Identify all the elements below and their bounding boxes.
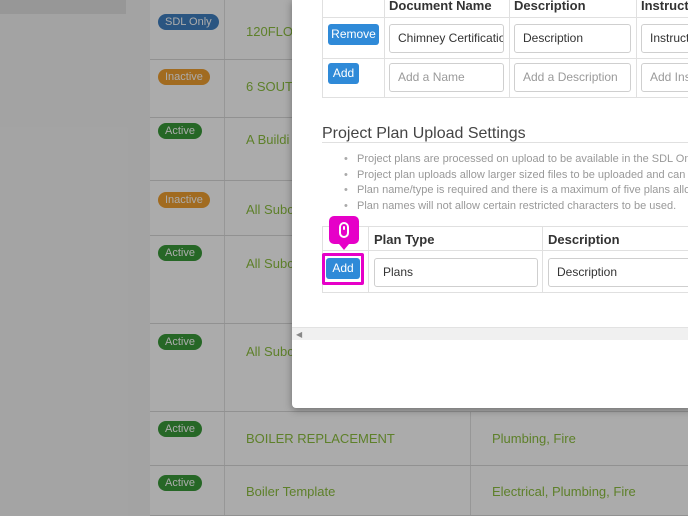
note-item: Plan name/type is required and there is … — [344, 183, 688, 199]
add-document-button[interactable]: Add — [328, 63, 359, 84]
settings-modal: Document Name Description Instruct Remov… — [292, 0, 688, 408]
new-document-name-input[interactable]: Add a Name — [389, 63, 504, 92]
column-header-plan-type: Plan Type — [374, 232, 435, 247]
column-header-plan-description: Description — [548, 232, 620, 247]
column-header-document-name: Document Name — [389, 0, 492, 13]
click-hint-bubble — [329, 216, 359, 250]
horizontal-scrollbar[interactable]: ◀ — [292, 327, 688, 340]
plan-description-field[interactable]: Description — [548, 258, 688, 287]
document-name-field[interactable]: Chimney Certificatio — [389, 24, 504, 53]
note-item: Project plans are processed on upload to… — [344, 152, 688, 168]
note-item: Project plan uploads allow larger sized … — [344, 168, 688, 184]
document-instructions-field[interactable]: Instruct — [641, 24, 688, 53]
column-header-description: Description — [514, 0, 586, 13]
column-header-instructions: Instruct — [641, 0, 688, 13]
scroll-left-icon[interactable]: ◀ — [296, 330, 302, 339]
plan-upload-section-title: Project Plan Upload Settings — [322, 125, 526, 142]
section-divider — [322, 142, 688, 143]
note-item: Plan names will not allow certain restri… — [344, 199, 688, 215]
add-plan-highlight — [322, 253, 364, 285]
new-document-description-input[interactable]: Add a Description — [514, 63, 631, 92]
remove-document-button[interactable]: Remove — [328, 24, 379, 45]
new-document-instructions-input[interactable]: Add Ins — [641, 63, 688, 92]
document-description-field[interactable]: Description — [514, 24, 631, 53]
plan-upload-notes: Project plans are processed on upload to… — [344, 152, 688, 214]
mouse-icon — [339, 222, 349, 238]
plan-type-field[interactable]: Plans — [374, 258, 538, 287]
